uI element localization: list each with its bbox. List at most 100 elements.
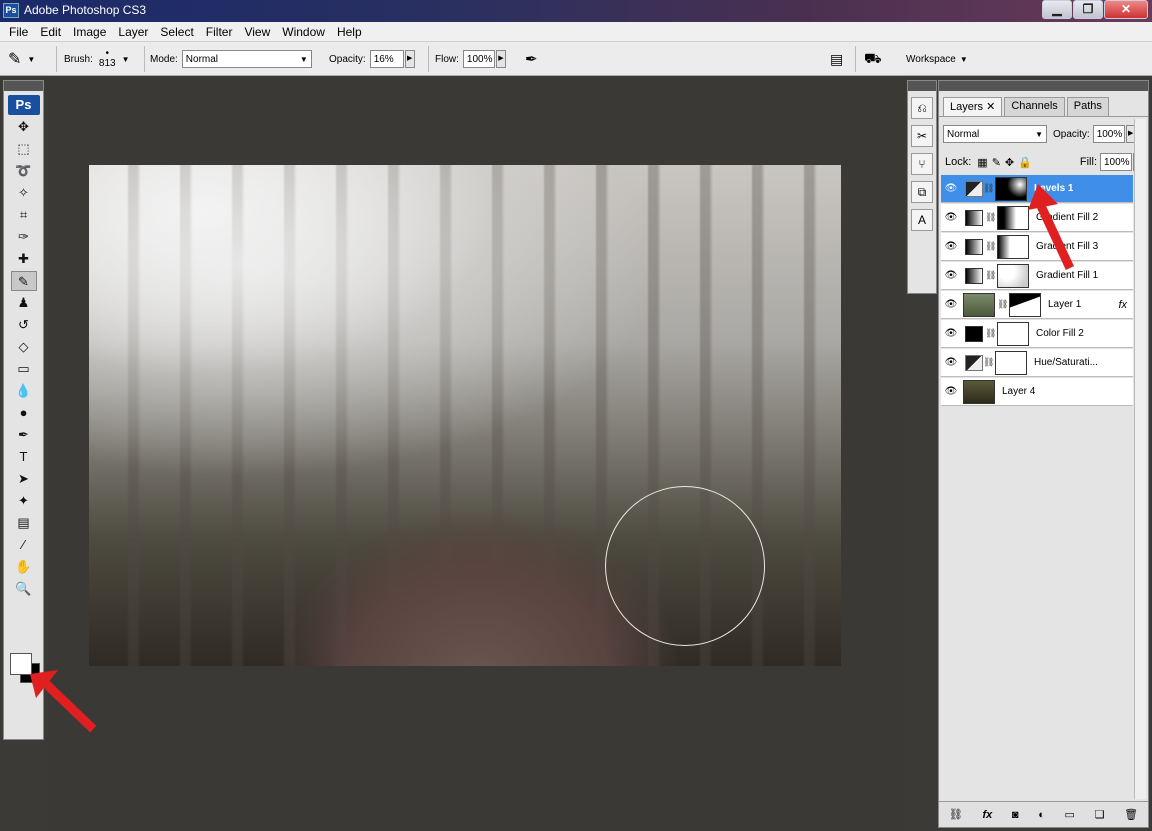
- layers-scrollbar[interactable]: [1134, 119, 1146, 799]
- tab-channels[interactable]: Channels: [1004, 97, 1065, 116]
- gradient-fill-icon: [965, 267, 983, 284]
- lock-label: Lock:: [945, 156, 972, 168]
- lock-pixels-icon[interactable]: ✎: [992, 156, 1001, 169]
- eye-icon[interactable]: 👁: [941, 386, 961, 397]
- panel-grip[interactable]: [939, 81, 1148, 91]
- dodge-tool-icon[interactable]: ●: [11, 403, 37, 423]
- layer-row-layer-4[interactable]: 👁 Layer 4: [941, 378, 1133, 406]
- workspace-menu[interactable]: Workspace ▼: [906, 42, 968, 76]
- menu-file[interactable]: File: [3, 25, 34, 39]
- brushes-panel-icon[interactable]: ⑂: [911, 153, 933, 175]
- menu-layer[interactable]: Layer: [112, 25, 154, 39]
- layer-row-color-fill-2[interactable]: 👁 ⛓ Color Fill 2: [941, 320, 1133, 348]
- flow-input[interactable]: 100%: [462, 50, 495, 68]
- eye-icon[interactable]: 👁: [941, 357, 961, 368]
- new-layer-icon[interactable]: ❏: [1095, 808, 1105, 821]
- toolbox-grip[interactable]: [4, 81, 43, 91]
- brush-picker[interactable]: • 813: [99, 49, 116, 69]
- menu-select[interactable]: Select: [154, 25, 199, 39]
- eyedropper-tool-icon[interactable]: ⁄: [11, 535, 37, 555]
- link-layers-icon[interactable]: ⛓: [949, 808, 963, 821]
- brush-tool-icon[interactable]: ✎: [10, 271, 37, 291]
- adjustment-layer-icon: [965, 354, 983, 371]
- menu-filter[interactable]: Filter: [200, 25, 239, 39]
- history-panel-icon[interactable]: ⎌: [911, 97, 933, 119]
- magic-wand-tool-icon[interactable]: ✧: [11, 183, 37, 203]
- fx-icon[interactable]: fx: [1118, 299, 1127, 311]
- tab-paths[interactable]: Paths: [1066, 97, 1109, 116]
- eye-icon[interactable]: 👁: [941, 270, 961, 281]
- mode-select[interactable]: Normal ▼: [181, 50, 312, 68]
- menu-view[interactable]: View: [238, 25, 276, 39]
- title-bar: Ps Adobe Photoshop CS3 ▁ ❐ ✕: [0, 0, 1152, 22]
- photoshop-logo-icon[interactable]: Ps: [7, 95, 40, 115]
- adjustment-layer-icon: [965, 180, 983, 197]
- blend-mode-select[interactable]: Normal ▼: [943, 125, 1047, 143]
- chevron-down-icon[interactable]: ▼: [122, 55, 130, 64]
- maximize-button[interactable]: ❐: [1073, 0, 1103, 19]
- layer-mask-thumbnail[interactable]: [1009, 292, 1041, 317]
- gradient-tool-icon[interactable]: ▭: [11, 359, 37, 379]
- move-tool-icon[interactable]: ✥: [11, 117, 37, 137]
- new-group-icon[interactable]: ▭: [1065, 808, 1075, 821]
- new-adjustment-icon[interactable]: ◐: [1038, 809, 1045, 821]
- pen-tool-icon[interactable]: ✒: [11, 425, 37, 445]
- airbrush-icon[interactable]: ✒: [525, 50, 538, 68]
- eye-icon[interactable]: 👁: [941, 241, 961, 252]
- clone-stamp-tool-icon[interactable]: ♟: [11, 293, 37, 313]
- layer-mask-thumbnail[interactable]: [995, 350, 1027, 375]
- layer-row-layer-1[interactable]: 👁 ⛓ Layer 1 fx: [941, 291, 1133, 319]
- marquee-tool-icon[interactable]: ⬚: [11, 139, 37, 159]
- layer-opacity-input[interactable]: 100%: [1092, 125, 1125, 143]
- tool-preset-picker[interactable]: ✎ ▼: [8, 42, 35, 76]
- layer-row-hue-saturation[interactable]: 👁 ⛓ Hue/Saturati...: [941, 349, 1133, 377]
- eraser-tool-icon[interactable]: ◇: [11, 337, 37, 357]
- window-title: Adobe Photoshop CS3: [24, 3, 147, 17]
- palette-well-icon[interactable]: ▤: [830, 51, 843, 68]
- minimize-button[interactable]: ▁: [1042, 0, 1072, 19]
- trash-icon[interactable]: 🗑: [1124, 808, 1138, 821]
- lock-transparency-icon[interactable]: ▦: [977, 156, 987, 169]
- clone-source-panel-icon[interactable]: ⧉: [911, 181, 933, 203]
- eye-icon[interactable]: 👁: [941, 328, 961, 339]
- layer-mask-thumbnail[interactable]: [997, 321, 1029, 346]
- tool-presets-panel-icon[interactable]: ✂: [911, 125, 933, 147]
- menu-edit[interactable]: Edit: [34, 25, 67, 39]
- layer-thumbnail[interactable]: [963, 379, 995, 404]
- eye-icon[interactable]: 👁: [941, 299, 961, 310]
- shape-tool-icon[interactable]: ✦: [11, 491, 37, 511]
- lock-position-icon[interactable]: ✥: [1005, 156, 1014, 169]
- crop-tool-icon[interactable]: ⌗: [11, 205, 37, 225]
- history-brush-tool-icon[interactable]: ↺: [11, 315, 37, 335]
- tab-layers[interactable]: Layers ✕: [943, 97, 1003, 116]
- path-selection-tool-icon[interactable]: ➤: [11, 469, 37, 489]
- menu-window[interactable]: Window: [276, 25, 331, 39]
- healing-brush-tool-icon[interactable]: ✚: [11, 249, 37, 269]
- eye-icon[interactable]: 👁: [941, 183, 961, 194]
- notes-tool-icon[interactable]: ▤: [11, 513, 37, 533]
- workspace-label: Workspace: [906, 53, 956, 65]
- menu-image[interactable]: Image: [67, 25, 112, 39]
- zoom-tool-icon[interactable]: 🔍: [11, 579, 37, 599]
- blur-tool-icon[interactable]: 💧: [11, 381, 37, 401]
- add-style-fx-icon[interactable]: fx: [982, 809, 992, 821]
- close-button[interactable]: ✕: [1104, 0, 1148, 19]
- add-mask-icon[interactable]: ◙: [1012, 809, 1019, 821]
- hand-tool-icon[interactable]: ✋: [11, 557, 37, 577]
- eye-icon[interactable]: 👁: [941, 212, 961, 223]
- lasso-tool-icon[interactable]: ➰: [11, 161, 37, 181]
- menu-help[interactable]: Help: [331, 25, 368, 39]
- layer-thumbnail[interactable]: [963, 292, 995, 317]
- opacity-input[interactable]: 16%: [369, 50, 404, 68]
- opacity-slider-button[interactable]: ▶: [404, 50, 415, 68]
- link-icon: ⛓: [985, 241, 997, 251]
- lock-all-icon[interactable]: 🔒: [1018, 156, 1032, 169]
- slice-tool-icon[interactable]: ✑: [11, 227, 37, 247]
- flow-slider-button[interactable]: ▶: [495, 50, 506, 68]
- type-tool-icon[interactable]: T: [11, 447, 37, 467]
- layers-panel-footer: ⛓ fx ◙ ◐ ▭ ❏ 🗑: [939, 801, 1148, 827]
- bridge-icon[interactable]: ⛟: [864, 50, 882, 69]
- strip-grip[interactable]: [908, 81, 936, 91]
- fill-input[interactable]: 100%: [1100, 153, 1132, 171]
- character-panel-icon[interactable]: A: [911, 209, 933, 231]
